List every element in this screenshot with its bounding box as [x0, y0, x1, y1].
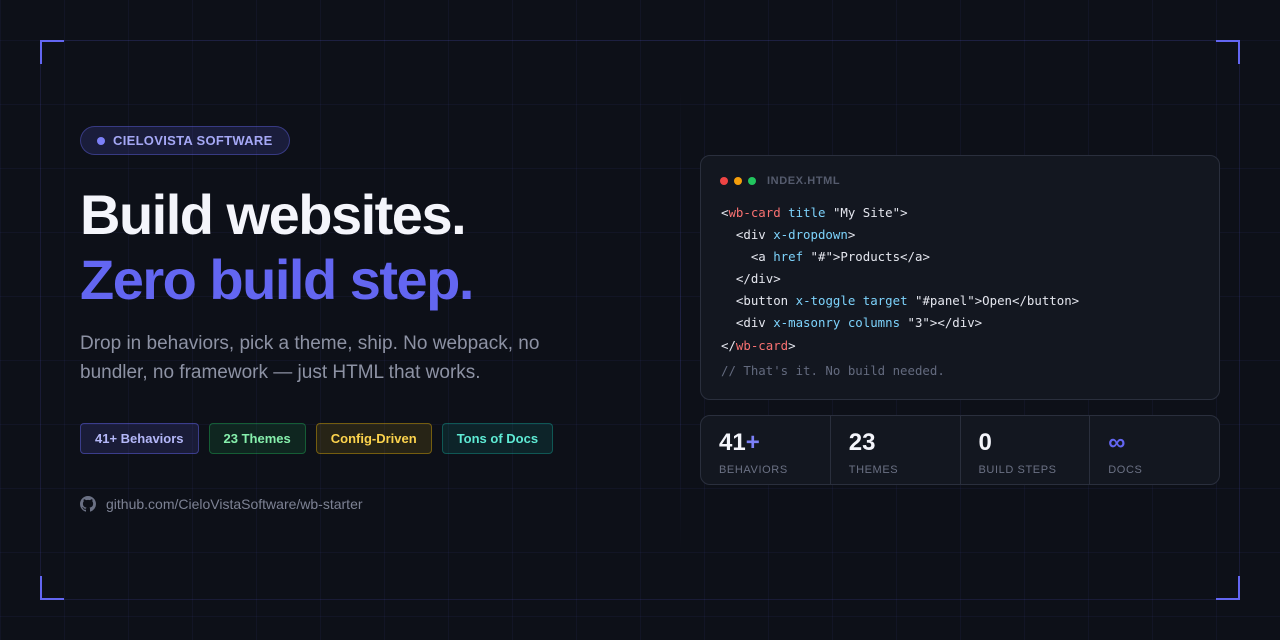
stat-docs: ∞ DOCS: [1090, 416, 1219, 484]
window-dots: [720, 177, 756, 185]
stat-themes: 23 THEMES: [831, 416, 961, 484]
corner-top-right: [1216, 40, 1240, 64]
stat-number: 41+: [719, 429, 760, 456]
code-file-name: INDEX.HTML: [767, 175, 841, 187]
code-line-1: <wb-card title "My Site">: [721, 205, 908, 220]
stat-number: 0: [978, 429, 992, 456]
code-line-5: <button x-toggle target "#panel">Open</b…: [721, 293, 1080, 309]
corner-bottom-left: [40, 576, 64, 600]
stat-behaviors: 41+ BEHAVIORS: [701, 416, 831, 484]
stat-label: BEHAVIORS: [719, 464, 788, 476]
stat-label: THEMES: [848, 464, 899, 476]
code-line-7: </wb-card>: [721, 337, 796, 353]
badge-dot-icon: [97, 136, 105, 145]
github-icon: [80, 496, 96, 512]
stat-number: 23: [848, 429, 876, 456]
code-line-4: </div>: [721, 271, 781, 287]
pill-themes[interactable]: 23 Themes: [208, 423, 306, 454]
github-link[interactable]: github.com/CieloVistaSoftware/wb-starter: [80, 496, 363, 512]
pill-docs[interactable]: Tons of Docs: [441, 423, 554, 454]
yellow-dot-icon: [734, 177, 742, 185]
code-line-2: <div x-dropdown>: [721, 227, 856, 243]
github-link-text[interactable]: github.com/CieloVistaSoftware/wb-starter: [106, 496, 363, 512]
hero-title-line2: Zero build step.: [80, 248, 474, 311]
red-dot-icon: [720, 177, 728, 185]
code-comment: // That's it. No build needed.: [721, 363, 945, 378]
hero-subtitle: Drop in behaviors, pick a theme, ship. N…: [80, 333, 540, 383]
pill-behaviors[interactable]: 41+ Behaviors: [80, 423, 199, 454]
code-lines: <wb-card title "My Site"> <div x-dropdow…: [721, 202, 1079, 357]
code-line-6: <div x-masonry columns "3"></div>: [721, 315, 983, 331]
corner-bottom-right: [1216, 576, 1240, 600]
pill-config-driven[interactable]: Config-Driven: [315, 423, 432, 454]
stat-label: BUILD STEPS: [978, 464, 1057, 476]
stats-bar: 41+ BEHAVIORS 23 THEMES 0 BUILD STEPS ∞ …: [700, 415, 1220, 485]
corner-top-left: [40, 40, 64, 64]
feature-pills: 41+ Behaviors 23 Themes Config-Driven To…: [80, 423, 554, 454]
stat-build-steps: 0 BUILD STEPS: [961, 416, 1091, 484]
vertical-divider: [680, 90, 681, 550]
code-line-3: <a href "#">Products</a>: [721, 249, 930, 265]
stat-number: ∞: [1108, 429, 1126, 456]
green-dot-icon: [748, 177, 756, 185]
hero-title-line1: Build websites.: [80, 183, 467, 246]
badge-label: CIELOVISTA SOFTWARE: [113, 133, 273, 148]
brand-badge: CIELOVISTA SOFTWARE: [80, 126, 290, 155]
stat-label: DOCS: [1108, 464, 1143, 476]
